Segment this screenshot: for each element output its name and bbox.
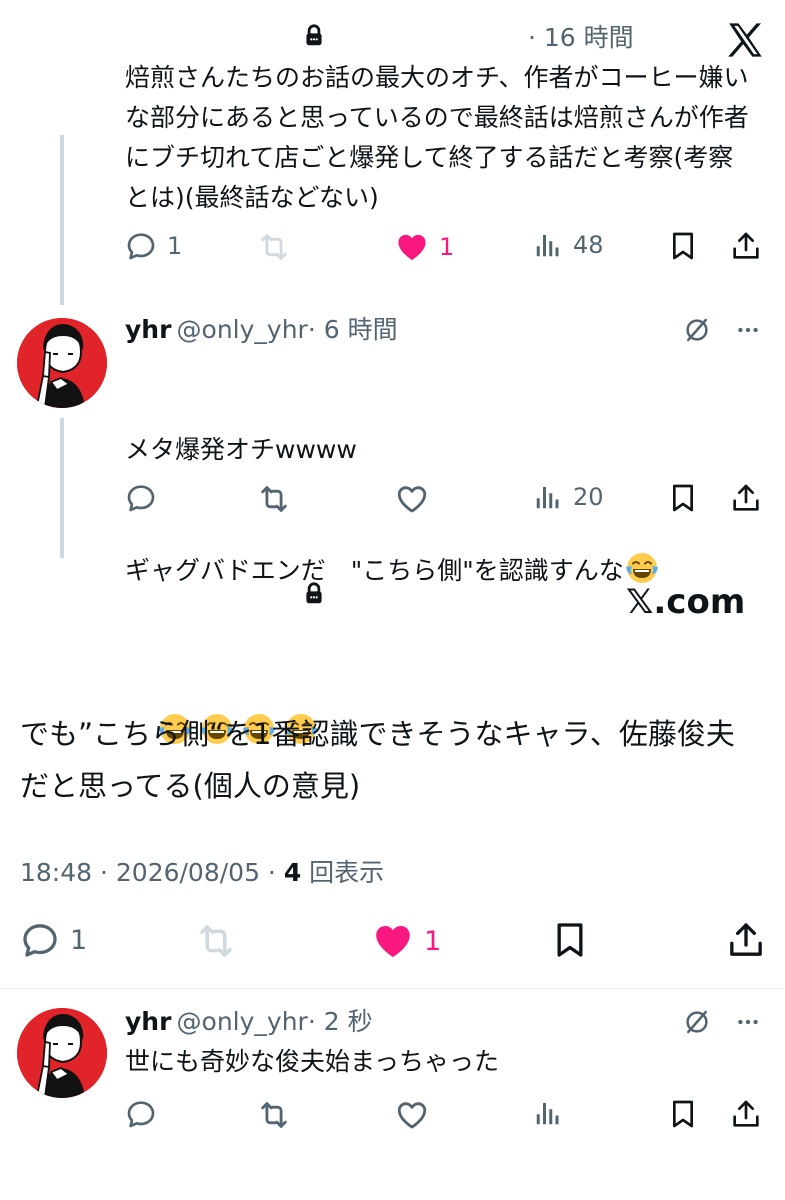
reply-icon bbox=[125, 230, 157, 262]
post-actions: 1 1 48 bbox=[125, 230, 765, 266]
share-button[interactable] bbox=[730, 230, 762, 262]
views-label: 回表示 bbox=[301, 858, 385, 887]
views-icon bbox=[533, 482, 563, 512]
post-meta: 18:48 · 2026/08/05 · 4 回表示 bbox=[20, 855, 384, 891]
reply-icon bbox=[125, 1098, 157, 1130]
views-button[interactable] bbox=[533, 1098, 563, 1128]
post-text: 焙煎さんたちのお話の最大のオチ、作者がコーヒー嫌いな部分にあると思っているので最… bbox=[125, 63, 749, 212]
heart-icon bbox=[395, 230, 429, 264]
views-count: 20 bbox=[573, 483, 604, 511]
post-datetime[interactable]: 18:48 · 2026/08/05 · bbox=[20, 858, 284, 887]
more-icon[interactable] bbox=[735, 317, 761, 343]
main-post-text: でも”こちら側“を1番認識できそうなキャラ、佐藤俊夫だと思ってる(個人の意見) bbox=[20, 717, 735, 803]
retweet-button[interactable] bbox=[195, 920, 237, 962]
like-button[interactable]: 1 bbox=[372, 920, 441, 962]
retweet-button[interactable] bbox=[257, 482, 291, 516]
display-name[interactable]: yhr bbox=[125, 1007, 171, 1036]
brand-link[interactable]: 𝕏.com bbox=[626, 580, 745, 624]
bookmark-icon bbox=[667, 230, 699, 262]
heart-icon bbox=[395, 482, 429, 516]
retweet-icon bbox=[257, 230, 291, 264]
user-handle[interactable]: @only_yhr bbox=[177, 315, 308, 344]
grok-icon[interactable] bbox=[682, 1007, 712, 1037]
views-count: 48 bbox=[573, 231, 604, 259]
bookmark-icon bbox=[550, 920, 590, 960]
grok-icon[interactable] bbox=[682, 315, 712, 345]
views-button[interactable]: 48 bbox=[533, 230, 604, 260]
post-actions bbox=[125, 1098, 765, 1134]
reply-count: 1 bbox=[167, 232, 183, 260]
avatar[interactable] bbox=[17, 318, 107, 408]
thread-line bbox=[60, 418, 64, 558]
retweet-button[interactable] bbox=[257, 1098, 291, 1132]
lock-icon bbox=[301, 580, 327, 606]
bookmark-button[interactable] bbox=[667, 1098, 699, 1130]
bookmark-icon bbox=[667, 482, 699, 514]
share-button[interactable] bbox=[730, 1098, 762, 1130]
reply-count: 1 bbox=[70, 924, 88, 956]
like-count: 1 bbox=[439, 233, 455, 261]
heart-icon bbox=[372, 920, 414, 962]
post-timestamp[interactable]: · 6 時間 bbox=[308, 315, 398, 344]
retweet-icon bbox=[257, 482, 291, 516]
x-logo-icon[interactable] bbox=[725, 20, 765, 60]
thread-line bbox=[60, 135, 64, 305]
like-count: 1 bbox=[424, 925, 442, 957]
share-button[interactable] bbox=[730, 482, 762, 514]
lock-icon bbox=[301, 22, 327, 48]
bookmark-button[interactable] bbox=[550, 920, 590, 960]
views-icon bbox=[533, 230, 563, 260]
retweet-icon bbox=[257, 1098, 291, 1132]
like-button[interactable] bbox=[395, 482, 429, 516]
user-handle[interactable]: @only_yhr bbox=[177, 1007, 308, 1036]
like-button[interactable]: 1 bbox=[395, 230, 454, 264]
share-icon bbox=[730, 1098, 762, 1130]
post-timestamp[interactable]: · 16 時間 bbox=[528, 20, 634, 56]
share-icon bbox=[730, 482, 762, 514]
views-icon bbox=[533, 1098, 563, 1128]
bookmark-button[interactable] bbox=[667, 482, 699, 514]
reply-button[interactable]: 1 bbox=[125, 230, 182, 262]
share-icon bbox=[730, 230, 762, 262]
retweet-icon bbox=[195, 920, 237, 962]
post-text-line: メタ爆発オチwwww bbox=[125, 435, 357, 464]
post-header: yhr @only_yhr· 6 時間 bbox=[125, 312, 398, 351]
reply-button[interactable] bbox=[125, 1098, 157, 1130]
post-timestamp[interactable]: · 2 秒 bbox=[308, 1007, 373, 1036]
post-actions: 20 bbox=[125, 482, 765, 518]
reply-icon bbox=[125, 482, 157, 514]
more-icon[interactable] bbox=[735, 1009, 761, 1035]
divider bbox=[0, 988, 785, 989]
share-button[interactable] bbox=[726, 920, 766, 960]
post-header: yhr @only_yhr· 2 秒 bbox=[125, 1004, 373, 1043]
bookmark-button[interactable] bbox=[667, 230, 699, 262]
reply-icon bbox=[20, 920, 60, 960]
reply-button[interactable]: 1 bbox=[20, 920, 87, 960]
avatar[interactable] bbox=[17, 1008, 107, 1098]
main-post-actions: 1 1 bbox=[20, 920, 770, 964]
heart-icon bbox=[395, 1098, 429, 1132]
bookmark-icon bbox=[667, 1098, 699, 1130]
reply-button[interactable] bbox=[125, 482, 157, 514]
views-count: 4 bbox=[283, 858, 302, 887]
display-name[interactable]: yhr bbox=[125, 315, 171, 344]
like-button[interactable] bbox=[395, 1098, 429, 1132]
retweet-button[interactable] bbox=[257, 230, 291, 264]
share-icon bbox=[726, 920, 766, 960]
views-button[interactable]: 20 bbox=[533, 482, 604, 512]
post-text: 世にも奇妙な俊夫始まっちゃった bbox=[125, 1047, 500, 1076]
